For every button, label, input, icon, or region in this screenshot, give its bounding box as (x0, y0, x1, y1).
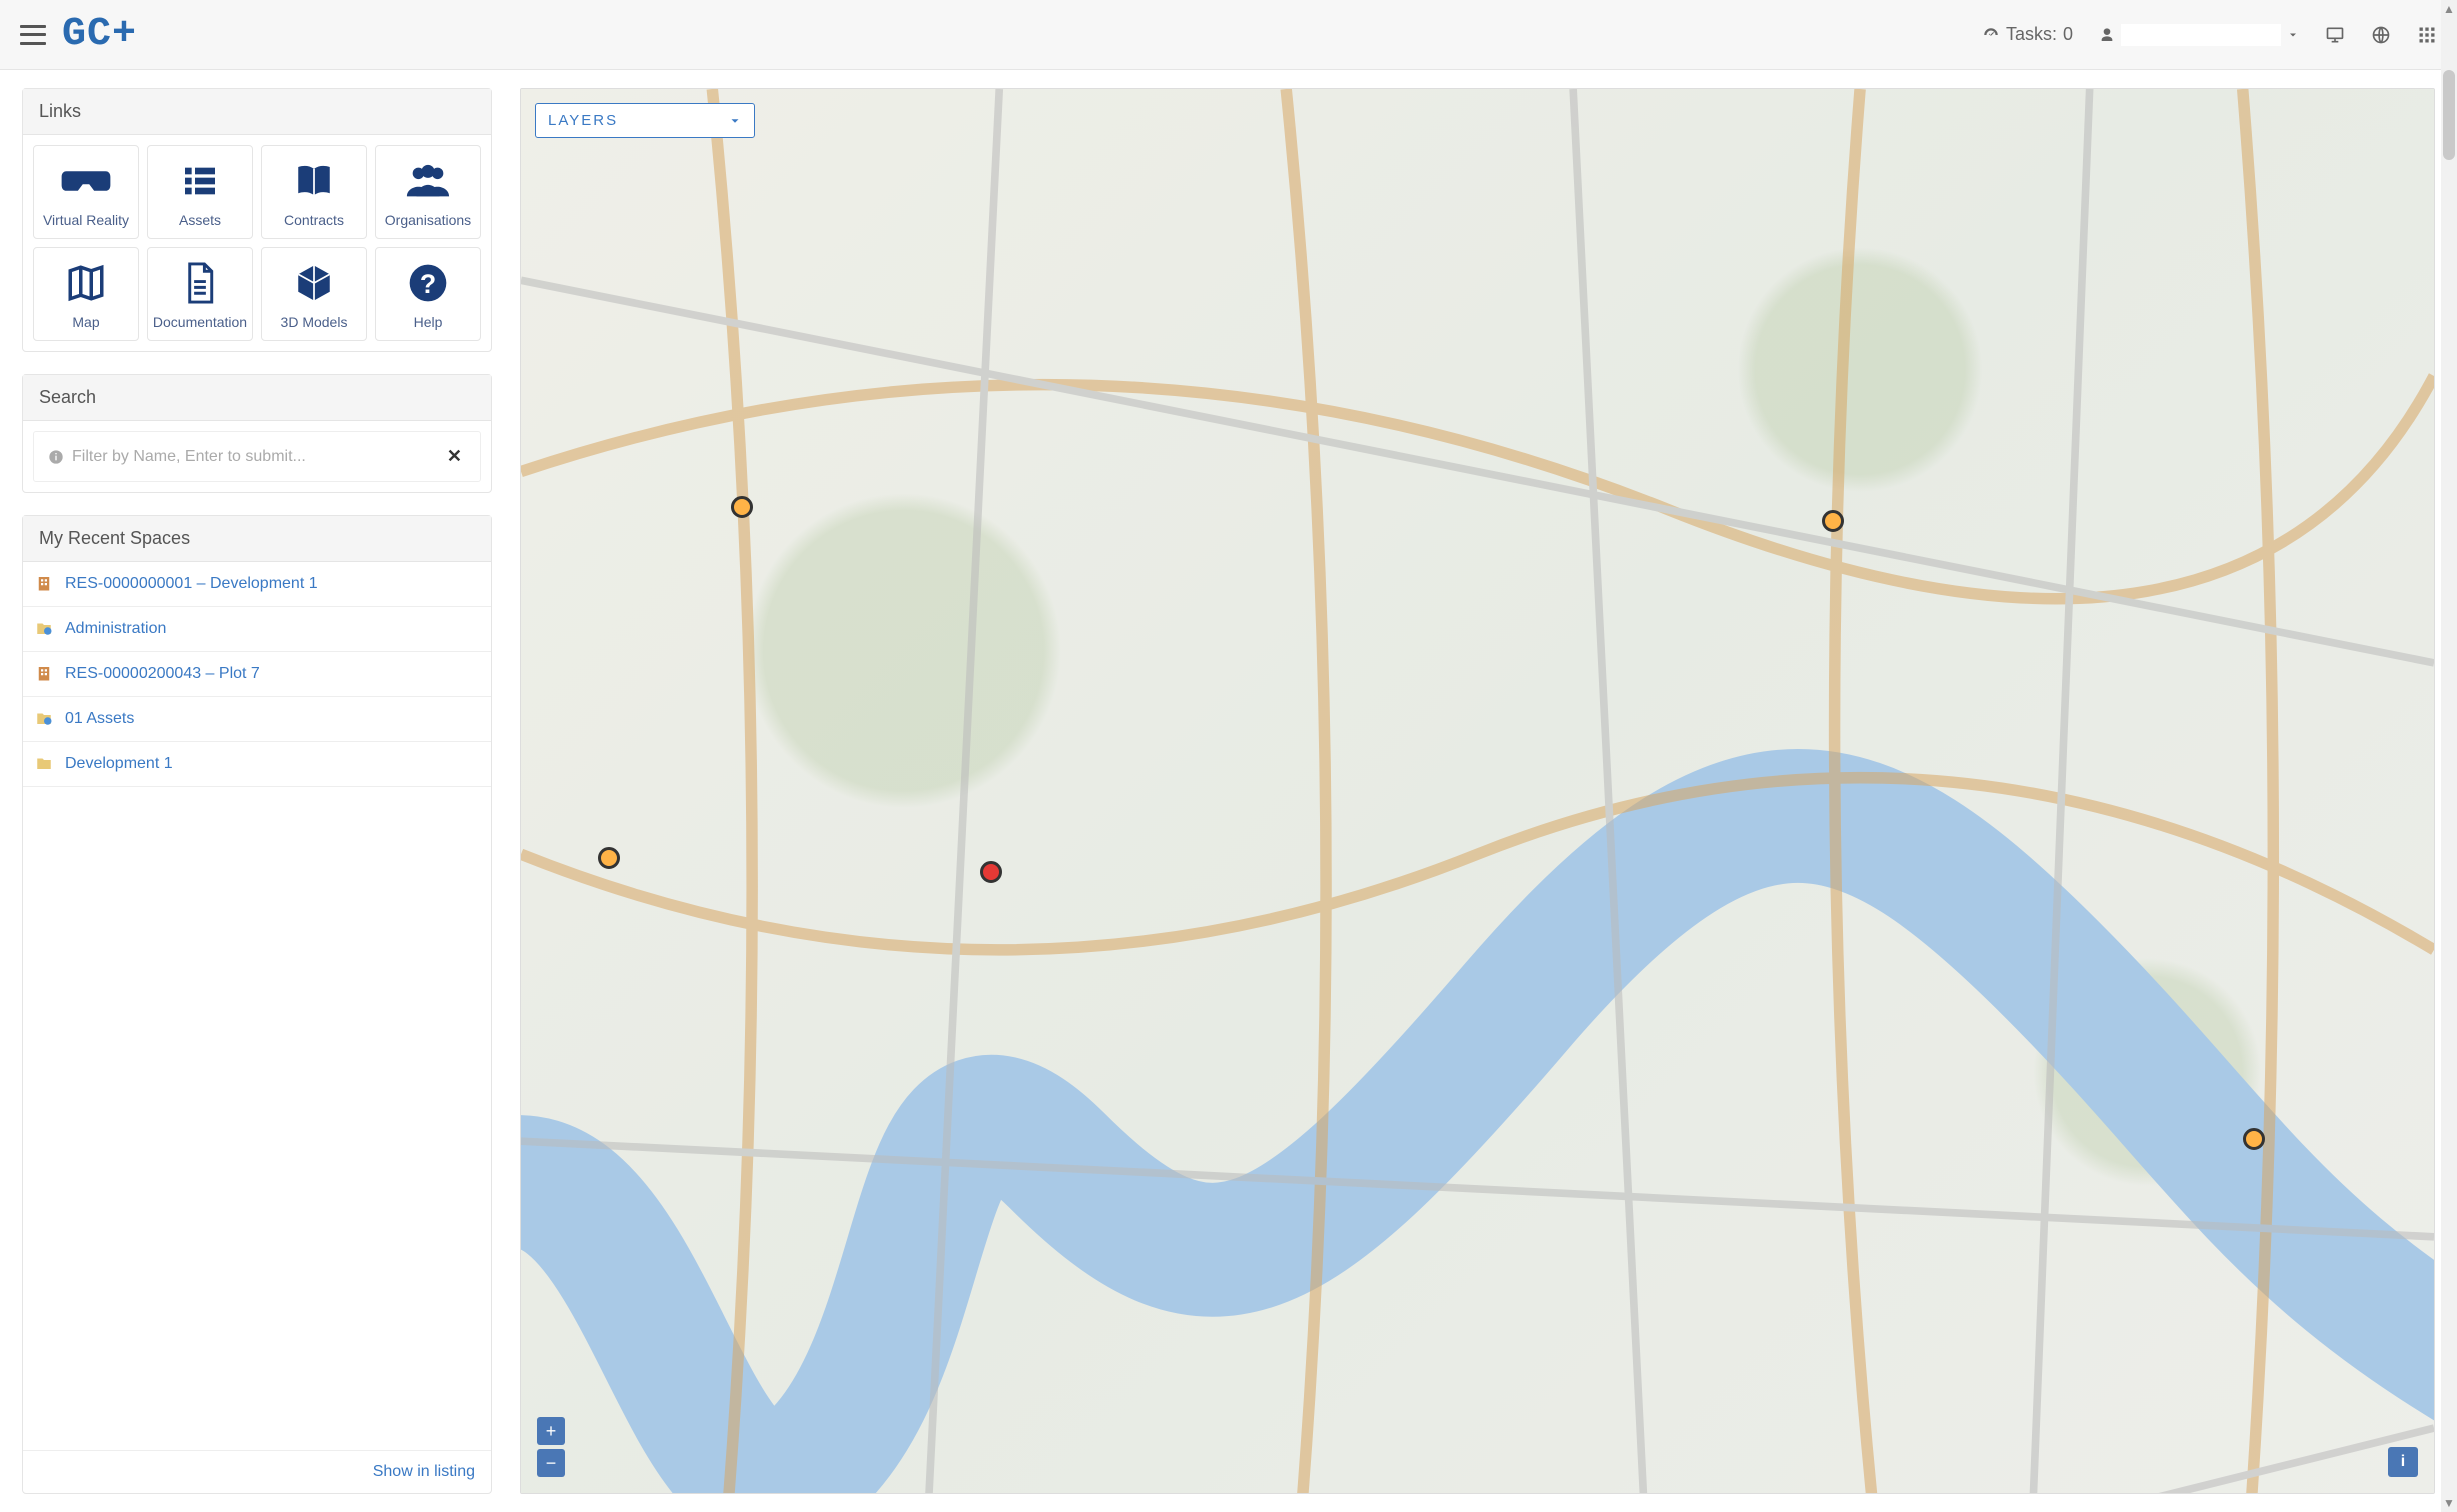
zoom-out-button[interactable]: − (537, 1449, 565, 1477)
link-tile-map[interactable]: Map (33, 247, 139, 341)
search-input[interactable] (72, 448, 443, 466)
tasks-count: 0 (2063, 24, 2073, 45)
recent-item-label: 01 Assets (65, 710, 134, 728)
recent-item-label: Administration (65, 620, 166, 638)
recent-item[interactable]: Administration (23, 607, 491, 652)
link-tile-organisations[interactable]: Organisations (375, 145, 481, 239)
help-icon: ? (408, 262, 448, 304)
map-roads (521, 89, 2434, 1494)
monitor-icon[interactable] (2325, 25, 2345, 45)
book-icon (293, 160, 335, 202)
scroll-down-arrow[interactable]: ▼ (2441, 1496, 2457, 1510)
map-icon (65, 262, 107, 304)
folder-icon (35, 754, 55, 774)
link-label: Assets (179, 212, 221, 228)
link-tile-contracts[interactable]: Contracts (261, 145, 367, 239)
menu-toggle[interactable] (20, 25, 46, 45)
layers-label: LAYERS (548, 112, 618, 129)
link-label: Help (414, 314, 443, 330)
chevron-down-icon (2287, 29, 2299, 41)
right-column: LAYERS + − i (520, 88, 2435, 1494)
svg-text:?: ? (420, 269, 436, 299)
cube-icon (293, 262, 335, 304)
recent-spaces-panel: My Recent Spaces RES-0000000001 – Develo… (22, 515, 492, 1494)
dashboard-icon (1982, 26, 2000, 44)
building-icon (35, 664, 55, 684)
clear-search-button[interactable]: ✕ (443, 446, 466, 467)
links-panel: Links Virtual Reality Assets Contracts Orga… (22, 88, 492, 352)
tasks-label: Tasks: (2006, 24, 2057, 45)
show-in-listing-link[interactable]: Show in listing (373, 1463, 475, 1480)
folder-globe-icon (35, 619, 55, 639)
zoom-control: + − (537, 1417, 565, 1477)
recent-item-label: Development 1 (65, 755, 173, 773)
left-column: Links Virtual Reality Assets Contracts Orga… (22, 88, 492, 1494)
tasks-indicator[interactable]: Tasks: 0 (1982, 24, 2073, 45)
app-logo: GC+ (62, 12, 137, 57)
recent-item[interactable]: 01 Assets (23, 697, 491, 742)
link-tile-documentation[interactable]: Documentation (147, 247, 253, 341)
file-icon (182, 262, 218, 304)
user-menu[interactable] (2099, 24, 2299, 46)
link-tile-help[interactable]: ? Help (375, 247, 481, 341)
list-icon (180, 160, 220, 202)
link-tile-3d-models[interactable]: 3D Models (261, 247, 367, 341)
building-icon (35, 574, 55, 594)
link-label: Map (72, 314, 99, 330)
recent-list[interactable]: RES-0000000001 – Development 1 Administra… (23, 562, 491, 1450)
user-name (2121, 24, 2281, 46)
map[interactable]: LAYERS + − i (520, 88, 2435, 1494)
search-panel-title: Search (23, 375, 491, 421)
recent-item-label: RES-0000000001 – Development 1 (65, 575, 318, 593)
recent-item-label: RES-00000200043 – Plot 7 (65, 665, 260, 683)
link-label: Organisations (385, 212, 471, 228)
info-icon (48, 449, 64, 465)
recent-item[interactable]: RES-0000000001 – Development 1 (23, 562, 491, 607)
recent-item[interactable]: RES-00000200043 – Plot 7 (23, 652, 491, 697)
link-label: Contracts (284, 212, 344, 228)
topbar: GC+ Tasks: 0 (0, 0, 2457, 70)
folder-globe-icon (35, 709, 55, 729)
vr-icon (60, 160, 112, 202)
link-label: 3D Models (281, 314, 348, 330)
map-info-button[interactable]: i (2388, 1447, 2418, 1477)
layers-dropdown[interactable]: LAYERS (535, 103, 755, 138)
globe-icon[interactable] (2371, 25, 2391, 45)
links-panel-title: Links (23, 89, 491, 135)
scroll-thumb[interactable] (2443, 70, 2455, 160)
user-icon (2099, 27, 2115, 43)
link-tile-virtual-reality[interactable]: Virtual Reality (33, 145, 139, 239)
chevron-down-icon (728, 114, 742, 128)
zoom-in-button[interactable]: + (537, 1417, 565, 1445)
recent-item[interactable]: Development 1 (23, 742, 491, 787)
users-icon (405, 160, 451, 202)
recent-spaces-title: My Recent Spaces (23, 516, 491, 562)
link-label: Documentation (153, 314, 247, 330)
grid-apps-icon[interactable] (2417, 25, 2437, 45)
map-marker[interactable] (598, 847, 620, 869)
search-panel: Search ✕ (22, 374, 492, 493)
page-scrollbar[interactable]: ▲ ▼ (2441, 0, 2457, 1512)
scroll-up-arrow[interactable]: ▲ (2441, 2, 2457, 16)
link-label: Virtual Reality (43, 212, 129, 228)
map-marker[interactable] (1822, 510, 1844, 532)
map-marker[interactable] (2243, 1128, 2265, 1150)
content: Links Virtual Reality Assets Contracts Orga… (0, 70, 2457, 1512)
link-tile-assets[interactable]: Assets (147, 145, 253, 239)
